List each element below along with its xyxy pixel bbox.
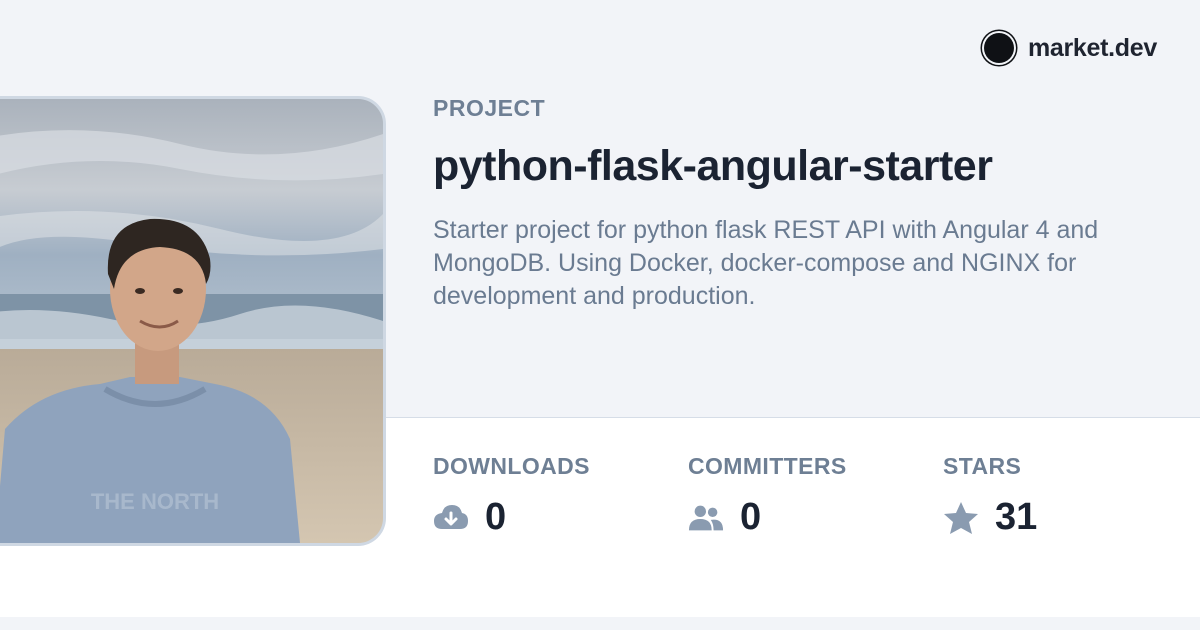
- stars-label: STARS: [943, 453, 1022, 479]
- cloud-download-icon: [433, 500, 469, 536]
- downloads-label: DOWNLOADS: [433, 453, 590, 479]
- brand-name: market.dev: [1027, 33, 1157, 62]
- stat-stars: STARS 31: [943, 453, 1037, 539]
- committers-label: COMMITTERS: [688, 453, 847, 479]
- project-description: Starter project for python flask REST AP…: [433, 216, 1099, 310]
- downloads-value: 0: [485, 496, 507, 538]
- portrait-image: THE NORTH: [0, 99, 383, 543]
- users-icon: [688, 500, 724, 536]
- project-title[interactable]: python-flask-angular-starter: [433, 142, 993, 191]
- brand[interactable]: market.dev: [983, 33, 1157, 63]
- svg-text:THE NORTH: THE NORTH: [91, 489, 219, 514]
- star-icon: [943, 500, 979, 536]
- bottom-strip: [0, 617, 1200, 630]
- section-label: PROJECT: [433, 95, 546, 121]
- avatar-photo: THE NORTH: [0, 96, 386, 546]
- committers-value: 0: [740, 496, 762, 538]
- stat-committers: COMMITTERS 0: [688, 453, 847, 539]
- stat-downloads: DOWNLOADS 0: [433, 453, 590, 539]
- stars-value: 31: [995, 496, 1038, 538]
- circle-logo-icon: [983, 33, 1014, 63]
